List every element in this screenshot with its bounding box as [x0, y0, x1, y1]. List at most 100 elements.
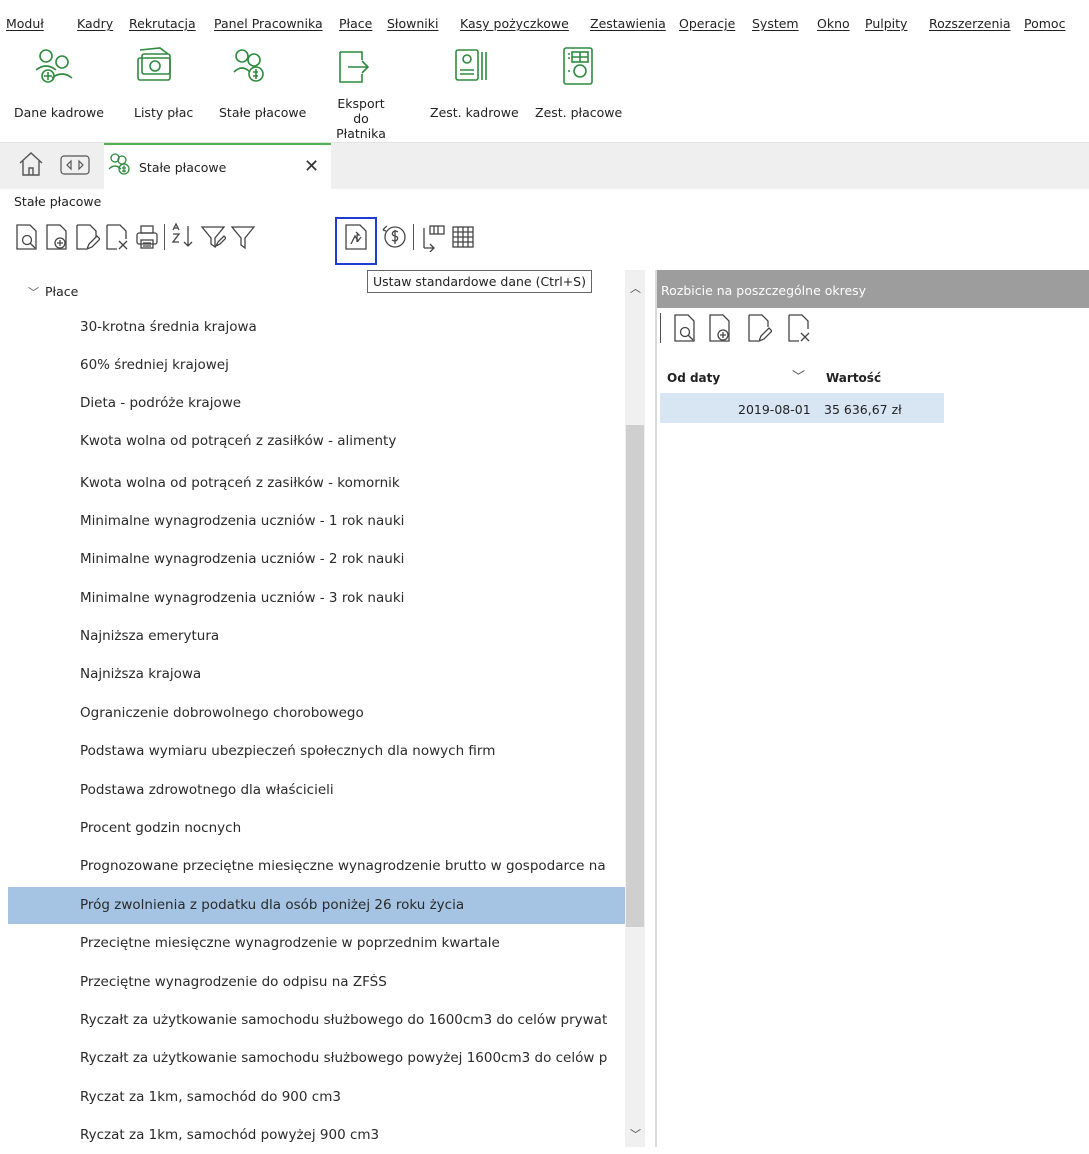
- menu-pomoc[interactable]: Pomoc: [1024, 16, 1065, 31]
- page-title: Stałe płacowe: [14, 194, 102, 209]
- chevron-down-icon[interactable]: ﹀: [630, 1126, 641, 1142]
- ribbon-zest-kadrowe[interactable]: Zest. kadrowe: [430, 105, 519, 120]
- column-header-wartosc[interactable]: Wartość: [826, 371, 881, 385]
- tree-item[interactable]: Minimalne wynagrodzenia uczniów - 2 rok …: [8, 541, 625, 578]
- edit-period-icon[interactable]: [746, 312, 773, 344]
- tree-item[interactable]: Ryczałt za użytkowanie samochodu służbow…: [8, 1040, 625, 1077]
- chevron-down-icon[interactable]: ﹀: [28, 286, 39, 299]
- ribbon-eksport[interactable]: Eksport do Płatnika: [335, 96, 387, 141]
- tree-item[interactable]: Kwota wolna od potrąceń z zasiłków - kom…: [8, 465, 625, 502]
- menu-system[interactable]: System: [752, 16, 799, 31]
- menu-panel-pracownika[interactable]: Panel Pracownika: [214, 16, 323, 31]
- tree-item-selected[interactable]: Próg zwolnienia z podatku dla osób poniż…: [8, 887, 625, 924]
- zest-placowe-icon[interactable]: [556, 44, 602, 90]
- panel-divider[interactable]: [655, 270, 657, 1147]
- tree-item-label: Dieta - podróże krajowe: [80, 395, 242, 411]
- export-icon[interactable]: [330, 44, 376, 90]
- ribbon-dane-kadrowe[interactable]: Dane kadrowe: [14, 105, 104, 120]
- menu-rozszerzenia[interactable]: Rozszerzenia: [929, 16, 1011, 31]
- tree-item-label: Podstawa wymiaru ubezpieczeń społecznych…: [80, 743, 496, 759]
- dane-kadrowe-icon[interactable]: [32, 44, 78, 90]
- print-icon[interactable]: [134, 222, 160, 252]
- menu-okno[interactable]: Okno: [817, 16, 850, 31]
- menu-operacje[interactable]: Operacje: [679, 16, 735, 31]
- currency-icon[interactable]: [381, 222, 407, 252]
- preview-period-icon[interactable]: [672, 312, 698, 344]
- tree-item[interactable]: Najniższa krajowa: [8, 656, 625, 693]
- ribbon-zest-placowe[interactable]: Zest. płacowe: [535, 105, 622, 120]
- delete-record-icon[interactable]: [104, 222, 130, 252]
- tooltip: Ustaw standardowe dane (Ctrl+S): [367, 270, 592, 293]
- cell-date: 2019-08-01: [738, 402, 811, 417]
- listy-plac-icon[interactable]: [132, 44, 178, 90]
- tree-item[interactable]: Przeciętne wynagrodzenie do odpisu na ZF…: [8, 964, 625, 1001]
- stale-placowe-tab-icon: [107, 150, 133, 178]
- menu-slowniki[interactable]: Słowniki: [387, 16, 438, 31]
- filter-icon[interactable]: [230, 222, 256, 252]
- tree-item[interactable]: 30-krotna średnia krajowa: [8, 309, 625, 346]
- menu-zestawienia[interactable]: Zestawienia: [590, 16, 666, 31]
- ribbon-listy-plac[interactable]: Listy płac: [134, 105, 193, 120]
- tree-root-place[interactable]: ﹀ Płace: [28, 284, 78, 300]
- menu-kasy-pozyczkowe[interactable]: Kasy pożyczkowe: [460, 16, 569, 31]
- tree-item[interactable]: 60% średniej krajowej: [8, 347, 625, 384]
- columns-icon[interactable]: [420, 222, 446, 253]
- tree-item[interactable]: Podstawa wymiaru ubezpieczeń społecznych…: [8, 733, 625, 770]
- menu-bar: Moduł Kadry Rekrutacja Panel Pracownika …: [0, 0, 1089, 38]
- tab-nav-icon[interactable]: [60, 155, 90, 175]
- menu-pulpity[interactable]: Pulpity: [865, 16, 907, 31]
- tree-item-label: Najniższa emerytura: [80, 628, 220, 644]
- edit-record-icon[interactable]: [74, 222, 101, 252]
- tree-item-label: Ryczałt za użytkowanie samochodu służbow…: [80, 1050, 608, 1066]
- sort-chevron-icon[interactable]: ﹀: [792, 366, 805, 385]
- stale-placowe-icon[interactable]: [228, 44, 274, 90]
- grid-icon[interactable]: [450, 222, 476, 252]
- tree-item[interactable]: Ograniczenie dobrowolnego chorobowego: [8, 695, 625, 732]
- add-record-icon[interactable]: [44, 222, 70, 252]
- tree-item[interactable]: Przeciętne miesięczne wynagrodzenie w po…: [8, 925, 625, 962]
- tree-item[interactable]: Najniższa emerytura: [8, 618, 625, 655]
- cell-value: 35 636,67 zł: [824, 402, 902, 417]
- home-icon[interactable]: [18, 150, 44, 178]
- ribbon-eksport-line2: Płatnika: [336, 126, 386, 141]
- menu-rekrutacja[interactable]: Rekrutacja: [129, 16, 196, 31]
- add-period-icon[interactable]: [707, 312, 733, 344]
- tree-item[interactable]: Minimalne wynagrodzenia uczniów - 1 rok …: [8, 503, 625, 540]
- tree-item[interactable]: Prognozowane przeciętne miesięczne wynag…: [8, 848, 625, 885]
- tree-item-label: 30-krotna średnia krajowa: [80, 319, 257, 335]
- sort-az-icon[interactable]: [170, 222, 196, 252]
- chevron-up-icon[interactable]: ︿: [630, 280, 641, 296]
- tree-item[interactable]: Podstawa zdrowotnego dla właścicieli: [8, 772, 625, 809]
- tree-item-label: Ryczałt za użytkowanie samochodu służbow…: [80, 1012, 608, 1028]
- tree-item-label: Kwota wolna od potrąceń z zasiłków - ali…: [80, 433, 397, 449]
- tree-item-label: Przeciętne wynagrodzenie do odpisu na ZF…: [80, 974, 387, 990]
- ribbon-stale-placowe[interactable]: Stałe płacowe: [219, 105, 306, 120]
- zest-kadrowe-icon[interactable]: [450, 44, 496, 90]
- tree-root-label: Płace: [45, 284, 79, 299]
- tree-item-label: Podstawa zdrowotnego dla właścicieli: [80, 782, 334, 798]
- toolbar-separator: [164, 224, 165, 250]
- tree-item[interactable]: Dieta - podróże krajowe: [8, 385, 625, 422]
- menu-place[interactable]: Płace: [339, 16, 372, 31]
- close-icon[interactable]: ✕: [304, 156, 319, 177]
- toolbar-separator-2: [413, 224, 414, 250]
- tree-item[interactable]: Kwota wolna od potrąceń z zasiłków - ali…: [8, 423, 625, 460]
- periods-panel-title: Rozbicie na poszczególne okresy: [661, 283, 867, 298]
- tree-item[interactable]: Procent godzin nocnych: [8, 810, 625, 847]
- tree-item[interactable]: Ryczat za 1km, samochód do 900 cm3: [8, 1079, 625, 1116]
- column-header-od-daty[interactable]: Od daty: [667, 371, 720, 385]
- tree-item[interactable]: Ryczałt za użytkowanie samochodu służbow…: [8, 1002, 625, 1039]
- tab-label[interactable]: Stałe płacowe: [139, 160, 226, 175]
- scrollbar-thumb[interactable]: [626, 425, 644, 927]
- menu-kadry[interactable]: Kadry: [77, 16, 113, 31]
- filter-edit-icon[interactable]: [200, 222, 227, 252]
- tree-item[interactable]: Ryczat za 1km, samochód powyżej 900 cm3: [8, 1117, 625, 1154]
- tree-item-label: Ryczat za 1km, samochód powyżej 900 cm3: [80, 1127, 380, 1143]
- ribbon-eksport-line1: Eksport do: [337, 96, 385, 126]
- highlight-box: [335, 217, 377, 265]
- tree-item[interactable]: Minimalne wynagrodzenia uczniów - 3 rok …: [8, 580, 625, 617]
- preview-record-icon[interactable]: [14, 222, 40, 252]
- menu-modul[interactable]: Moduł: [6, 16, 44, 31]
- delete-period-icon[interactable]: [786, 312, 812, 344]
- tree-item-label: Minimalne wynagrodzenia uczniów - 3 rok …: [80, 590, 405, 606]
